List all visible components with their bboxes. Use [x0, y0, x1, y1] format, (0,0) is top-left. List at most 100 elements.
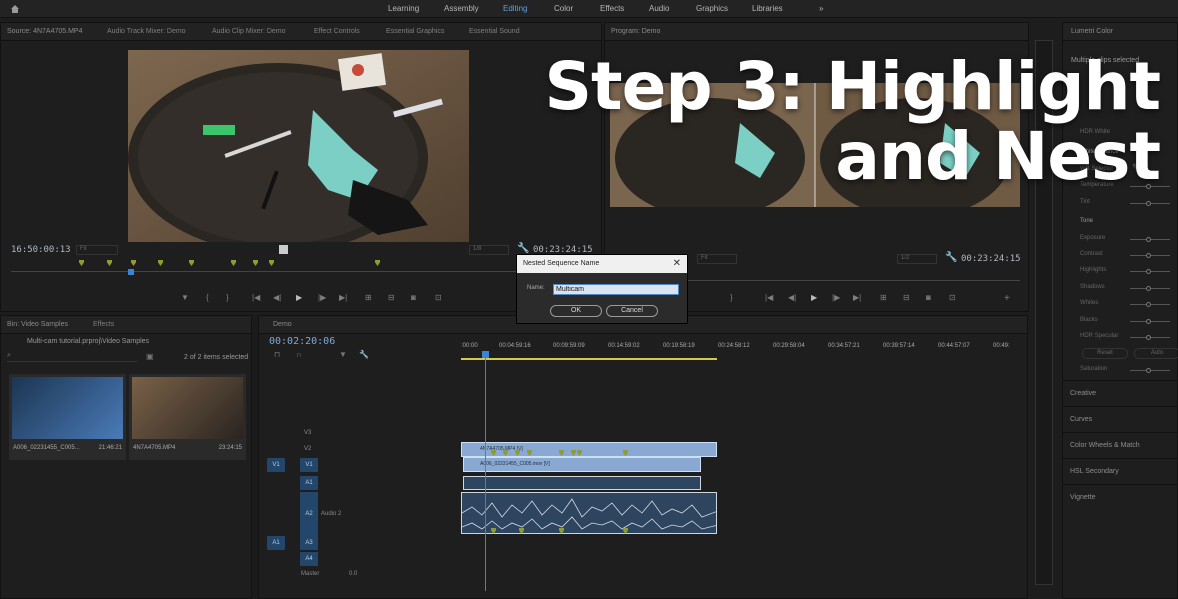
tab-effects[interactable]: Effects [600, 0, 624, 18]
search-input[interactable]: ⌕ [7, 352, 137, 362]
marker[interactable] [189, 260, 194, 266]
contrast-slider[interactable] [1130, 253, 1170, 258]
step-back-icon[interactable]: ◀| [273, 293, 281, 302]
playhead-handle[interactable] [482, 351, 489, 358]
snap-icon[interactable]: ⊓ [274, 350, 280, 359]
mark-out-icon[interactable]: } [730, 293, 733, 302]
add-marker-icon[interactable]: ▼ [339, 350, 347, 359]
shadows-slider[interactable] [1130, 286, 1170, 291]
cancel-button[interactable]: Cancel [606, 305, 658, 317]
step-back-icon[interactable]: ◀| [788, 293, 796, 302]
project-item[interactable]: A006_02231455_C005... 21:46:21 [9, 374, 126, 460]
clip-v2[interactable]: 4N7A4705.MP4 [V] [461, 442, 717, 457]
step-forward-icon[interactable]: |▶ [832, 293, 840, 302]
mark-out-icon[interactable]: } [226, 293, 229, 302]
tab-bin-video-samples[interactable]: Bin: Video Samples [7, 321, 68, 328]
source-patch-v1[interactable]: V1 [267, 458, 285, 472]
add-button-icon[interactable]: + [1004, 293, 1010, 304]
timeline-timecode[interactable]: 00:02:20:06 [269, 336, 335, 347]
track-target-v1[interactable]: V1 [300, 458, 318, 472]
home-icon[interactable] [10, 4, 20, 14]
tab-editing[interactable]: Editing [503, 0, 527, 18]
highlights-slider[interactable] [1130, 269, 1170, 274]
marker[interactable] [79, 260, 84, 266]
marker-icon[interactable]: ▼ [181, 293, 189, 302]
timeline-playhead[interactable] [485, 351, 486, 591]
color-wheels-section[interactable]: Color Wheels & Match [1063, 432, 1178, 458]
tab-audio[interactable]: Audio [649, 0, 669, 18]
project-item[interactable]: 4N7A4705.MP4 23:24:15 [129, 374, 246, 460]
whites-slider[interactable] [1130, 302, 1170, 307]
extract-icon[interactable]: ⊟ [903, 293, 910, 302]
lift-icon[interactable]: ⊞ [880, 293, 887, 302]
compare-icon[interactable]: ⊡ [949, 293, 956, 302]
track-target-a1[interactable]: A1 [300, 476, 318, 490]
clip-a1[interactable] [463, 476, 701, 490]
source-fit-dropdown[interactable]: Fit [76, 245, 118, 255]
program-zoom-dropdown[interactable]: 1/2 [897, 254, 937, 264]
sequence-name-input[interactable] [553, 284, 679, 295]
source-resolution-dropdown[interactable]: 1/8 [469, 245, 509, 255]
auto-button[interactable]: Auto [1134, 348, 1178, 359]
marker[interactable] [158, 260, 163, 266]
tab-assembly[interactable]: Assembly [444, 0, 479, 18]
tab-program[interactable]: Program: Demo [611, 28, 660, 35]
add-marker-icon[interactable] [279, 245, 288, 254]
settings-wrench-icon[interactable]: 🔧 [945, 252, 957, 263]
tab-audio-clip-mixer[interactable]: Audio Clip Mixer: Demo [212, 28, 286, 35]
marker[interactable] [231, 260, 236, 266]
reset-button[interactable]: Reset [1082, 348, 1128, 359]
mark-in-icon[interactable]: { [206, 293, 209, 302]
more-workspaces-button[interactable]: » [819, 0, 823, 18]
tab-lumetri-color[interactable]: Lumetri Color [1071, 28, 1113, 35]
close-icon[interactable]: ✕ [673, 255, 681, 273]
tab-demo-sequence[interactable]: Demo [273, 321, 292, 328]
tab-effect-controls[interactable]: Effect Controls [314, 28, 360, 35]
exposure-slider[interactable] [1130, 237, 1170, 242]
marker[interactable] [269, 260, 274, 266]
go-to-out-icon[interactable]: ▶| [339, 293, 347, 302]
tab-graphics[interactable]: Graphics [696, 0, 728, 18]
vignette-section[interactable]: Vignette [1063, 484, 1178, 510]
linked-selection-icon[interactable]: ∩ [296, 350, 302, 359]
marker[interactable] [375, 260, 380, 266]
hsl-secondary-section[interactable]: HSL Secondary [1063, 458, 1178, 484]
tint-slider[interactable] [1130, 201, 1170, 206]
tab-libraries[interactable]: Libraries [752, 0, 783, 18]
wrench-icon[interactable]: 🔧 [359, 350, 369, 359]
tab-source[interactable]: Source: 4N7A4705.MP4 [7, 28, 83, 35]
blacks-slider[interactable] [1130, 319, 1170, 324]
source-timecode-in[interactable]: 16:50:00:13 [11, 245, 71, 255]
marker[interactable] [131, 260, 136, 266]
step-forward-icon[interactable]: |▶ [318, 293, 326, 302]
saturation-slider[interactable] [1130, 368, 1170, 373]
source-scrub-bar[interactable] [11, 271, 591, 272]
tab-effects-panel[interactable]: Effects [93, 321, 114, 328]
hdr-specular-slider[interactable] [1130, 335, 1170, 340]
tone-heading[interactable]: Tone [1080, 218, 1093, 224]
go-to-in-icon[interactable]: |◀ [765, 293, 773, 302]
overwrite-icon[interactable]: ⊟ [388, 293, 395, 302]
export-frame-icon[interactable]: ◙ [411, 293, 416, 302]
track-target-a2[interactable]: A2 [300, 492, 318, 536]
go-to-in-icon[interactable]: |◀ [252, 293, 260, 302]
track-target-a3[interactable]: A3 [300, 536, 318, 550]
new-bin-icon[interactable]: ▣ [146, 352, 154, 361]
marker[interactable] [107, 260, 112, 266]
curves-section[interactable]: Curves [1063, 406, 1178, 432]
tab-learning[interactable]: Learning [388, 0, 419, 18]
tab-audio-track-mixer[interactable]: Audio Track Mixer: Demo [107, 28, 186, 35]
go-to-out-icon[interactable]: ▶| [853, 293, 861, 302]
creative-section[interactable]: Creative [1063, 380, 1178, 406]
program-fit-dropdown[interactable]: Fit [697, 254, 737, 264]
play-icon[interactable]: ▶ [296, 293, 302, 302]
insert-icon[interactable]: ⊞ [365, 293, 372, 302]
tab-essential-sound[interactable]: Essential Sound [469, 28, 520, 35]
tab-essential-graphics[interactable]: Essential Graphics [386, 28, 444, 35]
master-volume[interactable]: 0.0 [349, 571, 357, 577]
marker[interactable] [253, 260, 258, 266]
tab-color[interactable]: Color [554, 0, 573, 18]
settings-wrench-icon[interactable]: 🔧 [517, 243, 529, 254]
source-patch-a1[interactable]: A1 [267, 536, 285, 550]
clip-v1[interactable]: A006_02231455_C005.mov [V] [463, 457, 701, 472]
